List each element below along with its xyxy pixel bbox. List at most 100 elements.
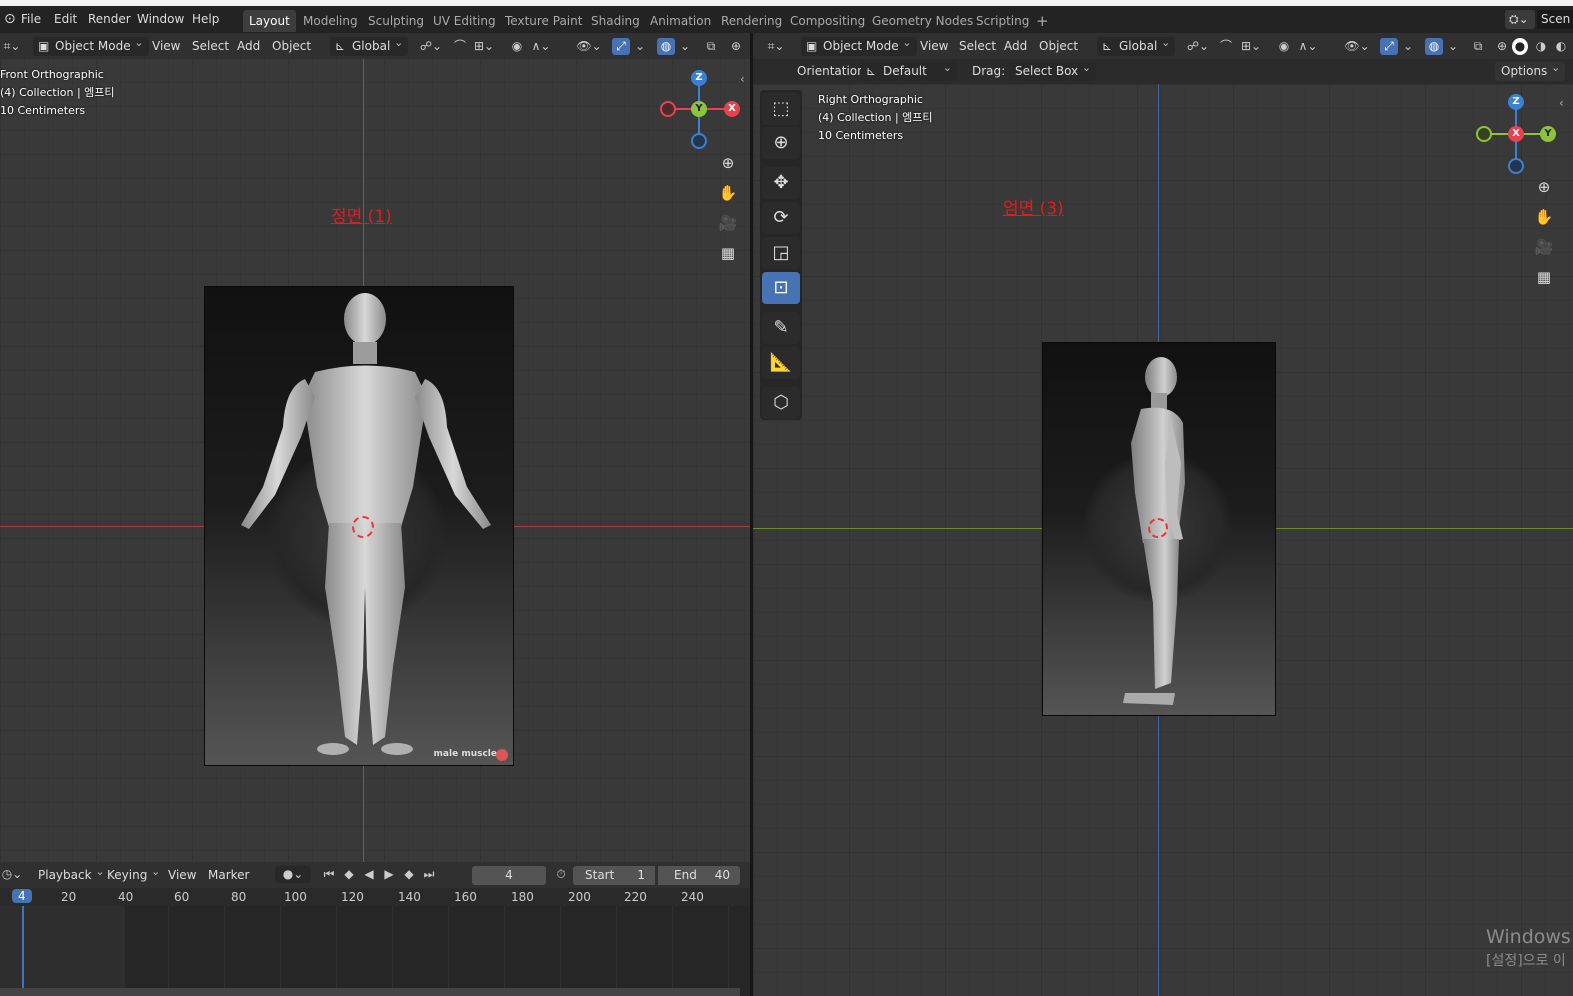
sidebar-toggle-icon[interactable]: ‹ (1559, 96, 1564, 110)
start-frame-field[interactable]: Start 1 (573, 866, 655, 885)
visibility-icon[interactable]: 👁⌄ (1343, 38, 1371, 55)
proportional-edit-icon[interactable]: ◉ (508, 38, 526, 55)
next-keyframe-icon[interactable]: ◆ (400, 866, 418, 883)
camera-icon[interactable]: 🎥 (717, 212, 739, 234)
gizmo-z-axis-button[interactable]: Z (691, 70, 707, 86)
menu-edit[interactable]: Edit (50, 10, 81, 29)
gizmo-z-axis-button[interactable]: Z (1508, 94, 1524, 110)
add-cube-tool[interactable]: ⬡ (762, 387, 800, 419)
preview-range-icon[interactable]: ⏱ (552, 866, 570, 883)
workspace-tab-layout[interactable]: Layout (243, 10, 296, 32)
cursor-tool[interactable]: ⊕ (762, 127, 800, 159)
gizmo-neg-x-button[interactable] (660, 101, 676, 117)
workspace-tab-animation[interactable]: Animation (644, 10, 717, 32)
falloff-icon[interactable]: ∧⌄ (1295, 38, 1321, 55)
visibility-icon[interactable]: 👁⌄ (575, 38, 603, 55)
wireframe-shading-icon[interactable]: ⊕ (727, 38, 745, 55)
xray-toggle-icon[interactable]: ⧉ (702, 38, 720, 55)
falloff-icon[interactable]: ∧⌄ (528, 38, 554, 55)
menu-help[interactable]: Help (188, 10, 223, 29)
pivot-icon[interactable]: ☍⌄ (418, 38, 444, 55)
rendered-shading-icon[interactable]: ◐ (1552, 38, 1570, 55)
xray-toggle-icon[interactable]: ⧉ (1469, 38, 1487, 55)
auto-keying-icon[interactable]: ●⌄ (275, 866, 311, 883)
menu-window[interactable]: Window (133, 10, 188, 29)
play-reverse-icon[interactable]: ◀ (360, 866, 378, 883)
mode-dropdown[interactable]: ▣ Object Mode (801, 33, 917, 56)
scale-tool[interactable]: ◲ (762, 237, 800, 269)
timeline-track-area[interactable] (0, 906, 750, 996)
camera-icon[interactable]: 🎥 (1533, 236, 1555, 258)
prev-keyframe-icon[interactable]: ◆ (340, 866, 358, 883)
zoom-icon[interactable]: ⊕ (1533, 176, 1555, 198)
options-dropdown[interactable]: Options (1495, 58, 1566, 81)
jump-start-icon[interactable]: ⏮ (320, 866, 338, 883)
workspace-tab-geometry-nodes[interactable]: Geometry Nodes (866, 10, 979, 32)
select-menu[interactable]: Select (188, 37, 233, 56)
playback-menu[interactable]: Playback (32, 862, 110, 885)
mode-dropdown[interactable]: ▣ Object Mode (33, 33, 149, 56)
gizmo-neg-z-button[interactable] (1508, 158, 1524, 174)
menu-render[interactable]: Render (84, 10, 135, 29)
overlay-dropdown-icon[interactable]: ⌄ (676, 38, 694, 55)
annotate-tool[interactable]: ✎ (762, 312, 800, 344)
view-menu[interactable]: View (148, 37, 184, 56)
rotate-tool[interactable]: ⟳ (762, 202, 800, 234)
add-menu[interactable]: Add (1000, 37, 1031, 56)
blender-logo-icon[interactable]: ⊙ (0, 10, 16, 29)
gizmo-x-axis-button[interactable]: X (1508, 126, 1524, 142)
add-workspace-button[interactable]: + (1030, 10, 1055, 32)
end-frame-field[interactable]: End 40 (658, 866, 740, 885)
pivot-icon[interactable]: ☍⌄ (1185, 38, 1211, 55)
editor-type-icon[interactable]: ⌗⌄ (0, 38, 24, 55)
workspace-tab-shading[interactable]: Shading (585, 10, 646, 32)
wireframe-shading-icon[interactable]: ⊕ (1493, 38, 1511, 55)
gizmo-toggle-icon[interactable]: ⤢ (1380, 38, 1398, 55)
solid-shading-icon[interactable]: ● (1512, 38, 1528, 55)
transform-orientation-dropdown[interactable]: ⊾ Global (1097, 33, 1176, 56)
gizmo-dropdown-icon[interactable]: ⌄ (1399, 38, 1417, 55)
pan-hand-icon[interactable]: ✋ (1533, 206, 1555, 228)
scene-icon[interactable]: ⛭⌄ (1505, 10, 1535, 29)
scene-selector[interactable]: Scen (1537, 10, 1573, 29)
gizmo-x-axis-button[interactable]: X (724, 101, 740, 117)
right-3d-viewport[interactable]: Right Orthographic (4) Collection | 엠프티 … (753, 84, 1573, 996)
marker-menu[interactable]: Marker (204, 866, 253, 885)
timeline-editor-icon[interactable]: ◷⌄ (0, 866, 24, 883)
gizmo-dropdown-icon[interactable]: ⌄ (631, 38, 649, 55)
gizmo-neg-y-button[interactable] (1476, 126, 1492, 142)
timeline-view-menu[interactable]: View (164, 866, 200, 885)
object-menu[interactable]: Object (268, 37, 315, 56)
orientation-dropdown[interactable]: ⊾ Default (861, 58, 957, 81)
gizmo-toggle-icon[interactable]: ⤢ (612, 38, 630, 55)
left-3d-viewport[interactable]: Front Orthographic (4) Collection | 엠프티 … (0, 58, 750, 862)
workspace-tab-compositing[interactable]: Compositing (784, 10, 871, 32)
proportional-edit-icon[interactable]: ◉ (1275, 38, 1293, 55)
overlay-dropdown-icon[interactable]: ⌄ (1444, 38, 1462, 55)
transform-orientation-dropdown[interactable]: ⊾ Global (330, 33, 409, 56)
play-icon[interactable]: ▶ (380, 866, 398, 883)
transform-tool[interactable]: ⊡ (762, 272, 800, 304)
snap-target-icon[interactable]: ⊞⌄ (470, 38, 498, 55)
snap-toggle-icon[interactable]: ⌒ (451, 38, 469, 55)
overlay-toggle-icon[interactable]: ◍ (1425, 38, 1443, 55)
grid-toggle-icon[interactable]: ▦ (717, 242, 739, 264)
current-frame-field[interactable]: 4 (472, 866, 546, 885)
workspace-tab-rendering[interactable]: Rendering (715, 10, 788, 32)
gizmo-neg-z-button[interactable] (691, 133, 707, 149)
add-menu[interactable]: Add (233, 37, 264, 56)
snap-target-icon[interactable]: ⊞⌄ (1237, 38, 1265, 55)
workspace-tab-modeling[interactable]: Modeling (297, 10, 364, 32)
grid-toggle-icon[interactable]: ▦ (1533, 266, 1555, 288)
playhead-frame-label[interactable]: 4 (12, 889, 32, 903)
workspace-tab-sculpting[interactable]: Sculpting (362, 10, 430, 32)
object-menu[interactable]: Object (1035, 37, 1082, 56)
editor-type-icon[interactable]: ⌗⌄ (763, 38, 789, 55)
select-menu[interactable]: Select (955, 37, 1000, 56)
workspace-tab-scripting[interactable]: Scripting (970, 10, 1035, 32)
measure-tool[interactable]: 📐 (762, 347, 800, 379)
select-box-tool[interactable]: ⬚ (762, 93, 800, 125)
snap-toggle-icon[interactable]: ⌒ (1217, 38, 1235, 55)
gizmo-y-axis-button[interactable]: Y (691, 101, 707, 117)
keying-menu[interactable]: Keying (101, 862, 165, 885)
